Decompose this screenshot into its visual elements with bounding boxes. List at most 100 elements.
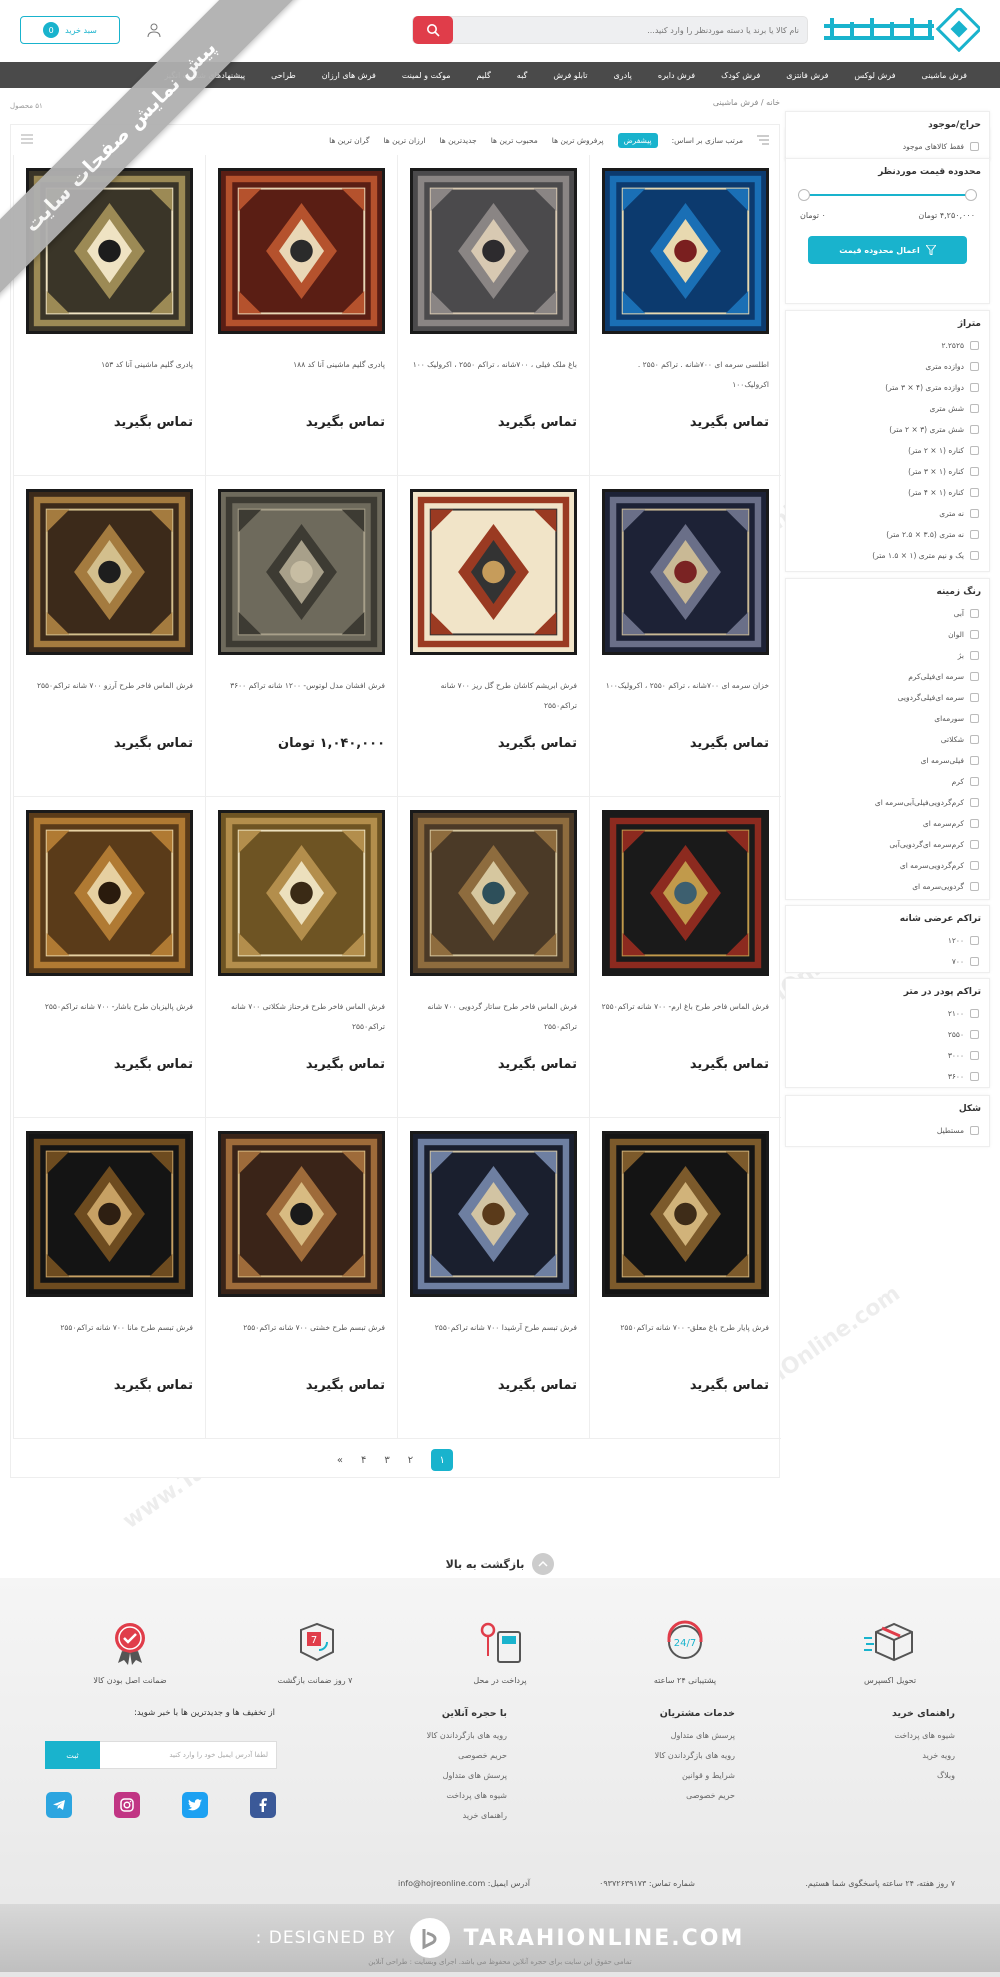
- filter-option[interactable]: دوازده متری (۴ × ۳ متر): [786, 377, 989, 398]
- checkbox[interactable]: [970, 798, 979, 807]
- filter-option[interactable]: ۱۲۰۰: [786, 930, 989, 951]
- filter-option[interactable]: کرم: [786, 771, 989, 792]
- checkbox[interactable]: [970, 509, 979, 518]
- footer-link[interactable]: راهنمای خرید: [427, 1811, 507, 1820]
- product-card[interactable]: فرش افشان مدل لوتوس- ۱۲۰۰ شانه تراکم ۳۶۰…: [205, 476, 397, 797]
- product-title[interactable]: پادری گلیم ماشینی آنا کد ۱۵۳: [24, 355, 193, 375]
- nav-item[interactable]: فرش کودک: [708, 71, 773, 80]
- page-2[interactable]: ۲: [408, 1455, 413, 1466]
- email-address[interactable]: آدرس ایمیل: info@hojreonline.com: [398, 1879, 530, 1888]
- filter-option[interactable]: ۳۶۰۰: [786, 1066, 989, 1087]
- filter-option[interactable]: سرمه ای‌فیلی‌کرم: [786, 666, 989, 687]
- product-title[interactable]: باغ ملک فیلی ، ۷۰۰شانه ، تراکم ۲۵۵۰ ، اک…: [408, 355, 577, 375]
- product-title[interactable]: فرش تبسم طرح آرشیدا ۷۰۰ شانه تراکم۲۵۵۰: [408, 1318, 577, 1338]
- product-title[interactable]: فرش الماس فاخر طرح آرزو ۷۰۰ شانه تراکم۲۵…: [24, 676, 193, 696]
- filter-option[interactable]: شکلاتی: [786, 729, 989, 750]
- sort-option[interactable]: پرفروش ترین ها: [552, 136, 604, 145]
- filter-option[interactable]: کرم‌گردویی‌فیلی‌آبی‌سرمه ای: [786, 792, 989, 813]
- product-card[interactable]: فرش الماس فاخر طرح آرزو ۷۰۰ شانه تراکم۲۵…: [13, 476, 205, 797]
- cart-button[interactable]: سبد خرید 0: [20, 16, 120, 44]
- product-card[interactable]: فرش الماس فاخر طرح ساتار گردویی ۷۰۰ شانه…: [397, 797, 589, 1118]
- site-logo[interactable]: [820, 5, 983, 53]
- filter-option[interactable]: الوان: [786, 624, 989, 645]
- filter-option[interactable]: کناره (۱ × ۲ متر): [786, 440, 989, 461]
- sort-option[interactable]: ارزان ترین ها: [384, 136, 426, 145]
- product-image[interactable]: [602, 168, 769, 334]
- page-1[interactable]: ۱: [431, 1449, 454, 1471]
- page-4[interactable]: ۴: [361, 1455, 366, 1466]
- price-slider-min-handle[interactable]: [798, 189, 810, 201]
- twitter-icon[interactable]: [182, 1792, 208, 1818]
- checkbox[interactable]: [970, 142, 979, 151]
- product-card[interactable]: فرش پایار طرح باغ معلق- ۷۰۰ شانه تراکم۲۵…: [589, 1118, 781, 1439]
- checkbox[interactable]: [970, 467, 979, 476]
- product-title[interactable]: فرش الماس فاخر طرح ساتار گردویی ۷۰۰ شانه…: [408, 997, 577, 1037]
- filter-option[interactable]: کرم‌سرمه ای: [786, 813, 989, 834]
- filter-option[interactable]: ۲۵۵۰: [786, 1024, 989, 1045]
- footer-link[interactable]: رویه های بازگرداندن کالا: [427, 1731, 507, 1740]
- checkbox[interactable]: [970, 362, 979, 371]
- breadcrumb[interactable]: خانه / فرش ماشینی: [713, 98, 780, 107]
- product-image[interactable]: [602, 489, 769, 655]
- filter-option[interactable]: سرمه ای‌فیلی‌گردویی: [786, 687, 989, 708]
- filter-option[interactable]: کرم‌سرمه ای‌گردویی‌آبی: [786, 834, 989, 855]
- footer-link[interactable]: پرسش های متداول: [655, 1731, 735, 1740]
- facebook-icon[interactable]: [250, 1792, 276, 1818]
- instagram-icon[interactable]: [114, 1792, 140, 1818]
- footer-link[interactable]: حریم خصوصی: [655, 1791, 735, 1800]
- footer-link[interactable]: شرایط و قوانین: [655, 1771, 735, 1780]
- checkbox[interactable]: [970, 530, 979, 539]
- nav-item[interactable]: فرش ماشینی: [909, 71, 980, 80]
- nav-item[interactable]: فرش فانتزی: [773, 71, 841, 80]
- checkbox[interactable]: [970, 1030, 979, 1039]
- filter-option[interactable]: دوازده متری: [786, 356, 989, 377]
- nav-item[interactable]: طراحی: [258, 71, 309, 80]
- back-to-top[interactable]: بازگشت به بالا: [0, 1553, 1000, 1575]
- product-title[interactable]: فرش الماس فاخر طرح باغ ارم- ۷۰۰ شانه ترا…: [600, 997, 769, 1017]
- filter-option[interactable]: شش متری (۳ × ۲ متر): [786, 419, 989, 440]
- product-card[interactable]: فرش تبسم طرح خشتی ۷۰۰ شانه تراکم۲۵۵۰ تماس…: [205, 1118, 397, 1439]
- checkbox[interactable]: [970, 651, 979, 660]
- nav-item[interactable]: گلیم: [464, 71, 504, 80]
- product-image[interactable]: [410, 489, 577, 655]
- product-card[interactable]: فرش تبسم طرح مانا ۷۰۰ شانه تراکم۲۵۵۰ تماس…: [13, 1118, 205, 1439]
- checkbox[interactable]: [970, 840, 979, 849]
- nav-item[interactable]: فرش های ارزان: [309, 71, 389, 80]
- phone-number[interactable]: شماره تماس: ۰۹۳۷۲۶۳۹۱۷۳: [599, 1879, 695, 1888]
- filter-option[interactable]: ۷۰۰: [786, 951, 989, 972]
- filter-option[interactable]: ۲۱۰۰: [786, 1003, 989, 1024]
- newsletter-email-input[interactable]: لطفا آدرس ایمیل خود را وارد کنید: [99, 1741, 277, 1769]
- footer-link[interactable]: حریم خصوصی: [427, 1751, 507, 1760]
- checkbox[interactable]: [970, 1009, 979, 1018]
- product-title[interactable]: فرش تبسم طرح مانا ۷۰۰ شانه تراکم۲۵۵۰: [24, 1318, 193, 1338]
- footer-link[interactable]: رویه های بازگرداندن کالا: [655, 1751, 735, 1760]
- product-image[interactable]: [26, 489, 193, 655]
- sort-option[interactable]: جدیدترین ها: [439, 136, 476, 145]
- designer-name[interactable]: TARAHIONLINE.COM: [464, 1926, 745, 1951]
- nav-item[interactable]: تابلو فرش: [540, 71, 600, 80]
- footer-link[interactable]: شیوه های پرداخت: [892, 1731, 955, 1740]
- product-image[interactable]: [410, 810, 577, 976]
- product-card[interactable]: فرش پالیزبان طرح باشار- ۷۰۰ شانه تراکم۲۵…: [13, 797, 205, 1118]
- sort-option[interactable]: محبوب ترین ها: [491, 136, 538, 145]
- filter-option[interactable]: آبی: [786, 603, 989, 624]
- filter-option[interactable]: فیلی‌سرمه ای: [786, 750, 989, 771]
- checkbox[interactable]: [970, 1072, 979, 1081]
- product-image[interactable]: [218, 1131, 385, 1297]
- product-title[interactable]: فرش ابریشم کاشان طرح گل ریز ۷۰۰ شانه ترا…: [408, 676, 577, 716]
- checkbox[interactable]: [970, 861, 979, 870]
- checkbox[interactable]: [970, 693, 979, 702]
- sort-option[interactable]: گران ترین ها: [329, 136, 369, 145]
- product-card[interactable]: فرش تبسم طرح آرشیدا ۷۰۰ شانه تراکم۲۵۵۰ تم…: [397, 1118, 589, 1439]
- product-title[interactable]: فرش افشان مدل لوتوس- ۱۲۰۰ شانه تراکم ۳۶۰…: [216, 676, 385, 696]
- checkbox[interactable]: [970, 819, 979, 828]
- filter-option[interactable]: مستطیل: [786, 1120, 989, 1141]
- product-image[interactable]: [218, 810, 385, 976]
- footer-link[interactable]: شیوه های پرداخت: [427, 1791, 507, 1800]
- checkbox[interactable]: [970, 341, 979, 350]
- nav-item[interactable]: فرش لوکس: [841, 71, 908, 80]
- filter-option[interactable]: ۲.۲۵۲۵: [786, 335, 989, 356]
- product-image[interactable]: [218, 489, 385, 655]
- filter-option[interactable]: فقط کالاهای موجود: [786, 136, 989, 157]
- filter-option[interactable]: ۳۰۰۰: [786, 1045, 989, 1066]
